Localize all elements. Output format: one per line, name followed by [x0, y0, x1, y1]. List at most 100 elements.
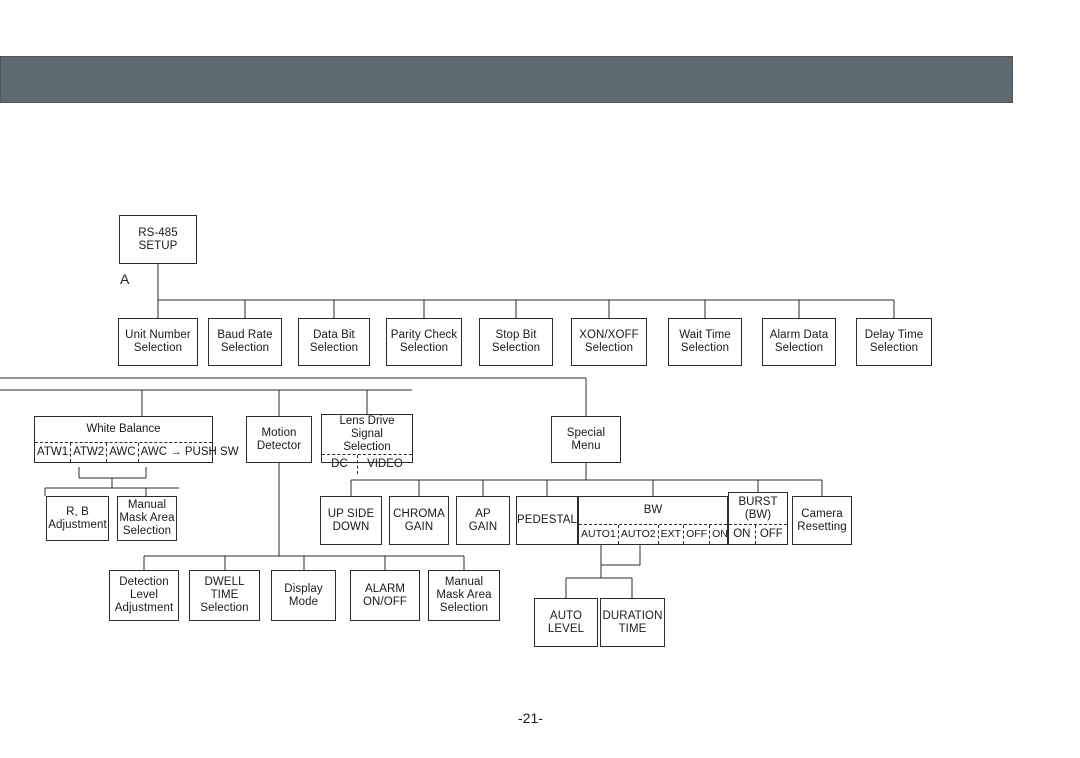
node-line: Level	[130, 589, 158, 601]
node-line: SETUP	[138, 239, 178, 252]
node-white-balance[interactable]: White Balance ATW1 ATW2 AWC AWC → PUSH S…	[34, 416, 239, 463]
node-line: Adjustment	[48, 518, 107, 531]
node-line: PEDESTAL	[516, 514, 578, 526]
burst-bw-title: BURST (BW)	[729, 493, 787, 524]
option-auto2[interactable]: AUTO2	[617, 525, 658, 544]
node-line: TIME	[210, 589, 239, 601]
node-baud-rate-selection[interactable]: Baud Rate Selection	[208, 318, 282, 366]
node-line: Mask Area	[119, 512, 175, 524]
node-line: Delay Time	[864, 329, 924, 341]
option-awc[interactable]: AWC	[106, 443, 137, 462]
node-alarm-on-off[interactable]: ALARM ON/OFF	[350, 570, 420, 621]
node-line: Mask Area	[436, 589, 492, 601]
node-line: TIME	[618, 622, 647, 635]
white-balance-title: White Balance	[35, 417, 212, 442]
burst-bw-options: ON OFF	[729, 524, 787, 544]
node-line: R, B	[66, 505, 89, 518]
option-ext[interactable]: EXT	[657, 525, 683, 544]
white-balance-options: ATW1 ATW2 AWC AWC → PUSH SW	[35, 442, 239, 462]
node-line: XON/XOFF	[579, 329, 639, 341]
node-burst-bw[interactable]: BURST (BW) ON OFF	[728, 492, 788, 545]
node-stop-bit-selection[interactable]: Stop Bit Selection	[479, 318, 553, 366]
node-motion-detector[interactable]: Motion Detector	[246, 416, 312, 463]
node-lens-drive-signal-selection[interactable]: Lens Drive Signal Selection DC VIDEO	[321, 414, 413, 474]
node-detection-level-adjustment[interactable]: Detection Level Adjustment	[109, 570, 179, 621]
node-line: BURST	[738, 495, 778, 508]
option-atw2[interactable]: ATW2	[70, 443, 106, 462]
node-line: Selection	[491, 342, 541, 354]
node-line: DWELL	[204, 576, 245, 588]
node-up-side-down[interactable]: UP SIDE DOWN	[320, 496, 382, 545]
node-unit-number-selection[interactable]: Unit Number Selection	[118, 318, 198, 366]
node-dwell-time-selection[interactable]: DWELL TIME Selection	[189, 570, 260, 621]
option-dc[interactable]: DC	[322, 455, 357, 474]
option-on[interactable]: ON	[709, 525, 730, 544]
node-line: LEVEL	[547, 622, 585, 635]
node-line: Parity Check	[390, 329, 458, 341]
node-line: Selection	[869, 342, 919, 354]
node-special-menu[interactable]: Special Menu	[551, 416, 621, 463]
lens-drive-options: DC VIDEO	[322, 454, 412, 474]
option-burst-off[interactable]: OFF	[754, 525, 787, 544]
page-number: -21-	[518, 710, 543, 726]
node-line: Selection	[439, 602, 489, 614]
node-line: Alarm Data	[769, 329, 829, 341]
option-auto1[interactable]: AUTO1	[579, 525, 618, 544]
node-manual-mask-area-selection-md[interactable]: Manual Mask Area Selection	[428, 570, 500, 621]
node-display-mode[interactable]: Display Mode	[271, 570, 336, 621]
node-line: Stop Bit	[495, 329, 537, 341]
node-data-bit-selection[interactable]: Data Bit Selection	[298, 318, 370, 366]
node-chroma-gain[interactable]: CHROMA GAIN	[389, 496, 449, 545]
node-line: CHROMA	[393, 507, 445, 520]
node-manual-mask-area-selection-wb[interactable]: Manual Mask Area Selection	[117, 496, 177, 541]
option-off[interactable]: OFF	[683, 525, 709, 544]
option-burst-on[interactable]: ON	[729, 525, 755, 544]
node-line: Detector	[256, 439, 302, 452]
node-line: Display	[284, 582, 323, 595]
bw-options: AUTO1 AUTO2 EXT OFF ON	[579, 524, 730, 544]
node-alarm-data-selection[interactable]: Alarm Data Selection	[762, 318, 836, 366]
node-line: Selection	[133, 342, 183, 354]
node-rs485-setup[interactable]: RS-485 SETUP	[119, 215, 197, 264]
node-line: Manual	[444, 576, 484, 588]
node-line: Selection	[309, 342, 359, 354]
node-line: GAIN	[404, 520, 434, 533]
node-duration-time[interactable]: DURATION TIME	[600, 598, 665, 647]
node-line: Menu	[571, 439, 601, 452]
node-line: ON/OFF	[362, 595, 408, 608]
node-ap-gain[interactable]: AP GAIN	[456, 496, 510, 545]
option-awc-push-sw[interactable]: AWC → PUSH SW	[137, 443, 241, 462]
node-line: Selection	[774, 342, 824, 354]
node-pedestal[interactable]: PEDESTAL	[516, 496, 578, 545]
node-line: Manual	[127, 499, 167, 511]
node-wait-time-selection[interactable]: Wait Time Selection	[668, 318, 742, 366]
node-line: Selection	[122, 525, 172, 537]
node-line: BW	[643, 504, 663, 516]
node-line: (BW)	[744, 508, 772, 521]
node-line: GAIN	[468, 520, 498, 533]
node-line: Unit Number	[125, 329, 191, 341]
node-line: DOWN	[332, 520, 370, 533]
node-line: Adjustment	[114, 602, 174, 614]
node-xon-xoff-selection[interactable]: XON/XOFF Selection	[571, 318, 647, 366]
option-video[interactable]: VIDEO	[356, 455, 412, 474]
node-line: Selection	[200, 602, 249, 614]
node-line: AUTO	[549, 609, 583, 622]
node-line: Data Bit	[313, 329, 355, 341]
node-rb-adjustment[interactable]: R, B Adjustment	[46, 496, 109, 541]
node-line: Motion	[261, 426, 297, 439]
node-line: ALARM	[364, 582, 406, 595]
node-line: Resetting	[797, 520, 847, 533]
node-auto-level[interactable]: AUTO LEVEL	[534, 598, 598, 647]
node-line: Baud Rate	[217, 329, 273, 341]
node-camera-resetting[interactable]: Camera Resetting	[792, 496, 852, 545]
node-line: AP	[475, 507, 491, 520]
node-delay-time-selection[interactable]: Delay Time Selection	[856, 318, 932, 366]
node-line: Selection	[399, 342, 449, 354]
node-line: White Balance	[86, 423, 161, 435]
node-line: Mode	[288, 595, 319, 608]
option-atw1[interactable]: ATW1	[35, 443, 70, 462]
node-parity-check-selection[interactable]: Parity Check Selection	[386, 318, 462, 366]
node-bw[interactable]: BW AUTO1 AUTO2 EXT OFF ON	[578, 496, 728, 545]
node-line: Selection	[343, 441, 391, 453]
